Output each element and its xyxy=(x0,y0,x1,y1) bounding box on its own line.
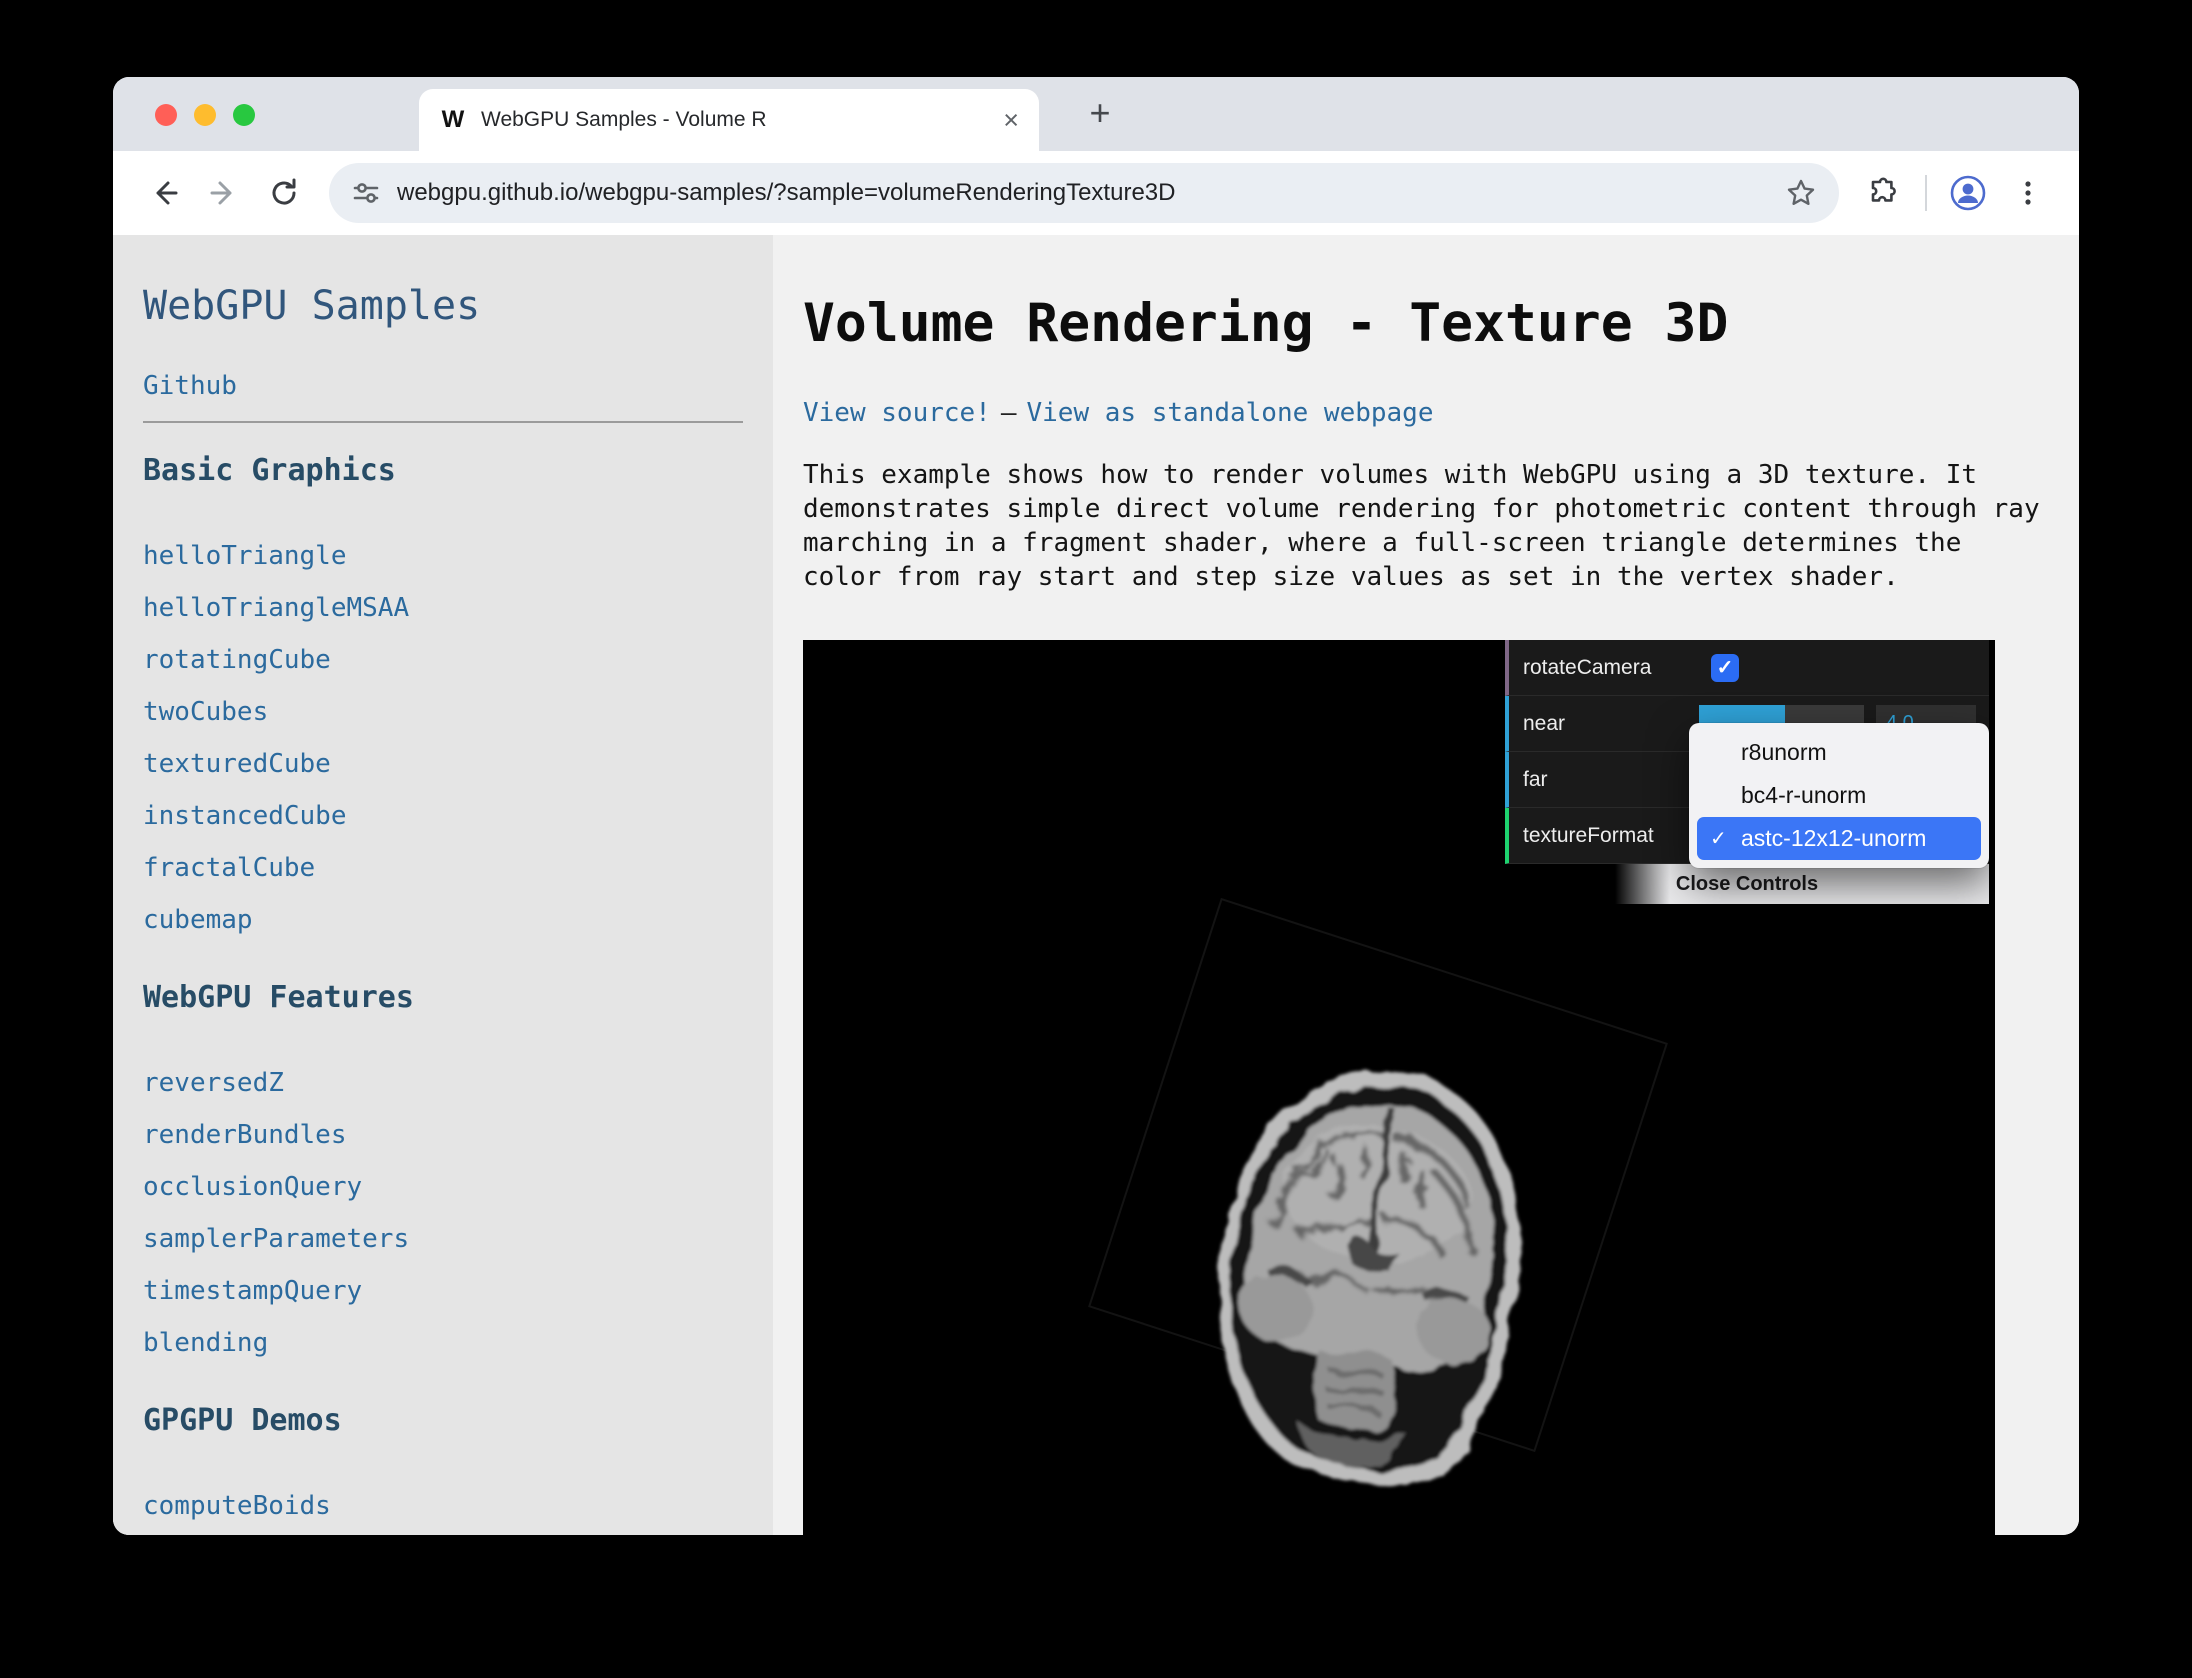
url-text[interactable]: webgpu.github.io/webgpu-samples/?sample=… xyxy=(397,179,1175,207)
sidebar-item-renderBundles[interactable]: renderBundles xyxy=(143,1109,743,1161)
sidebar-item-rotatingCube[interactable]: rotatingCube xyxy=(143,634,743,686)
back-arrow-icon xyxy=(147,176,181,210)
close-window-button[interactable] xyxy=(155,104,177,126)
texture-format-dropdown: r8unorm bc4-r-unorm ✓ astc-12x12-unorm xyxy=(1689,723,1989,868)
sidebar: WebGPU Samples Github Basic Graphics hel… xyxy=(113,235,773,1535)
site-settings-tune-icon[interactable] xyxy=(351,178,381,208)
dropdown-option-label: astc-12x12-unorm xyxy=(1741,825,1926,852)
gui-row-rotate-camera: rotateCamera ✓ xyxy=(1505,640,1989,696)
forward-button[interactable] xyxy=(197,166,251,220)
far-label: far xyxy=(1509,768,1699,792)
sidebar-item-occlusionQuery[interactable]: occlusionQuery xyxy=(143,1161,743,1213)
sidebar-item-twoCubes[interactable]: twoCubes xyxy=(143,686,743,738)
dropdown-option-r8unorm[interactable]: r8unorm xyxy=(1697,731,1981,774)
tab-strip: W WebGPU Samples - Volume R × + xyxy=(113,77,2079,151)
bookmark-star-icon xyxy=(1785,177,1817,209)
tab-title-wrap: WebGPU Samples - Volume R xyxy=(481,105,993,135)
webgpu-favicon-icon: W xyxy=(439,106,467,134)
sidebar-item-fractalCube[interactable]: fractalCube xyxy=(143,842,743,894)
brain-mri-volume-render xyxy=(1153,1038,1583,1498)
section-heading-basic-graphics: Basic Graphics xyxy=(143,453,743,488)
standalone-link[interactable]: View as standalone webpage xyxy=(1027,398,1434,428)
near-label: near xyxy=(1509,712,1699,736)
sidebar-item-helloTriangle[interactable]: helloTriangle xyxy=(143,530,743,582)
sidebar-divider xyxy=(143,421,743,423)
new-tab-button[interactable]: + xyxy=(1078,91,1122,135)
dropdown-option-bc4-r-unorm[interactable]: bc4-r-unorm xyxy=(1697,774,1981,817)
toolbar-separator xyxy=(1925,175,1927,211)
rotate-camera-control: ✓ xyxy=(1699,640,1989,695)
page-content: WebGPU Samples Github Basic Graphics hel… xyxy=(113,235,2079,1535)
minimize-window-button[interactable] xyxy=(194,104,216,126)
profile-avatar-icon xyxy=(1948,173,1988,213)
close-controls-button[interactable]: Close Controls xyxy=(1505,864,1989,904)
rotate-camera-checkbox[interactable]: ✓ xyxy=(1711,654,1739,682)
extensions-button[interactable] xyxy=(1857,166,1911,220)
zoom-window-button[interactable] xyxy=(233,104,255,126)
sample-links-row: View source! — View as standalone webpage xyxy=(803,398,2079,428)
section-heading-gpgpu-demos: GPGPU Demos xyxy=(143,1403,743,1438)
section-heading-webgpu-features: WebGPU Features xyxy=(143,980,743,1015)
browser-tab[interactable]: W WebGPU Samples - Volume R × xyxy=(419,89,1039,151)
sidebar-item-reversedZ[interactable]: reversedZ xyxy=(143,1057,743,1109)
dropdown-option-astc-12x12-unorm[interactable]: ✓ astc-12x12-unorm xyxy=(1697,817,1981,860)
texture-format-label: textureFormat xyxy=(1509,824,1699,848)
browser-toolbar: webgpu.github.io/webgpu-samples/?sample=… xyxy=(113,151,2079,235)
sidebar-item-helloTriangleMSAA[interactable]: helloTriangleMSAA xyxy=(143,582,743,634)
sidebar-item-instancedCube[interactable]: instancedCube xyxy=(143,790,743,842)
back-button[interactable] xyxy=(137,166,191,220)
sidebar-item-texturedCube[interactable]: texturedCube xyxy=(143,738,743,790)
selected-check-icon: ✓ xyxy=(1710,826,1727,851)
sidebar-item-samplerParameters[interactable]: samplerParameters xyxy=(143,1213,743,1265)
sidebar-item-cubemap[interactable]: cubemap xyxy=(143,894,743,946)
github-link[interactable]: Github xyxy=(143,371,743,401)
three-dots-menu-icon xyxy=(2011,176,2045,210)
tab-title: WebGPU Samples - Volume R xyxy=(481,105,993,135)
forward-arrow-icon xyxy=(207,176,241,210)
links-separator: — xyxy=(1001,398,1017,428)
sidebar-item-blending[interactable]: blending xyxy=(143,1317,743,1369)
page-title: Volume Rendering - Texture 3D xyxy=(803,293,2079,354)
rotate-camera-label: rotateCamera xyxy=(1509,656,1699,680)
sidebar-item-timestampQuery[interactable]: timestampQuery xyxy=(143,1265,743,1317)
webgpu-canvas[interactable]: rotateCamera ✓ near 4.0 xyxy=(803,640,1995,1535)
browser-menu-button[interactable] xyxy=(2001,166,2055,220)
close-tab-icon[interactable]: × xyxy=(1003,107,1019,134)
profile-button[interactable] xyxy=(1941,166,1995,220)
browser-window: W WebGPU Samples - Volume R × + xyxy=(113,77,2079,1535)
view-source-link[interactable]: View source! xyxy=(803,398,991,428)
bookmark-button[interactable] xyxy=(1785,177,1817,209)
sidebar-item-computeBoids[interactable]: computeBoids xyxy=(143,1480,743,1532)
sample-description: This example shows how to render volumes… xyxy=(803,458,2040,594)
reload-icon xyxy=(267,176,301,210)
dat-gui-panel: rotateCamera ✓ near 4.0 xyxy=(1505,640,1989,904)
sample-main: Volume Rendering - Texture 3D View sourc… xyxy=(773,235,2079,1535)
checkbox-check-icon: ✓ xyxy=(1717,655,1734,680)
tab-title-fade xyxy=(923,105,993,135)
traffic-lights xyxy=(155,104,255,126)
extensions-puzzle-icon xyxy=(1867,176,1901,210)
address-bar[interactable]: webgpu.github.io/webgpu-samples/?sample=… xyxy=(329,163,1839,223)
reload-button[interactable] xyxy=(257,166,311,220)
sidebar-title: WebGPU Samples xyxy=(143,283,743,329)
